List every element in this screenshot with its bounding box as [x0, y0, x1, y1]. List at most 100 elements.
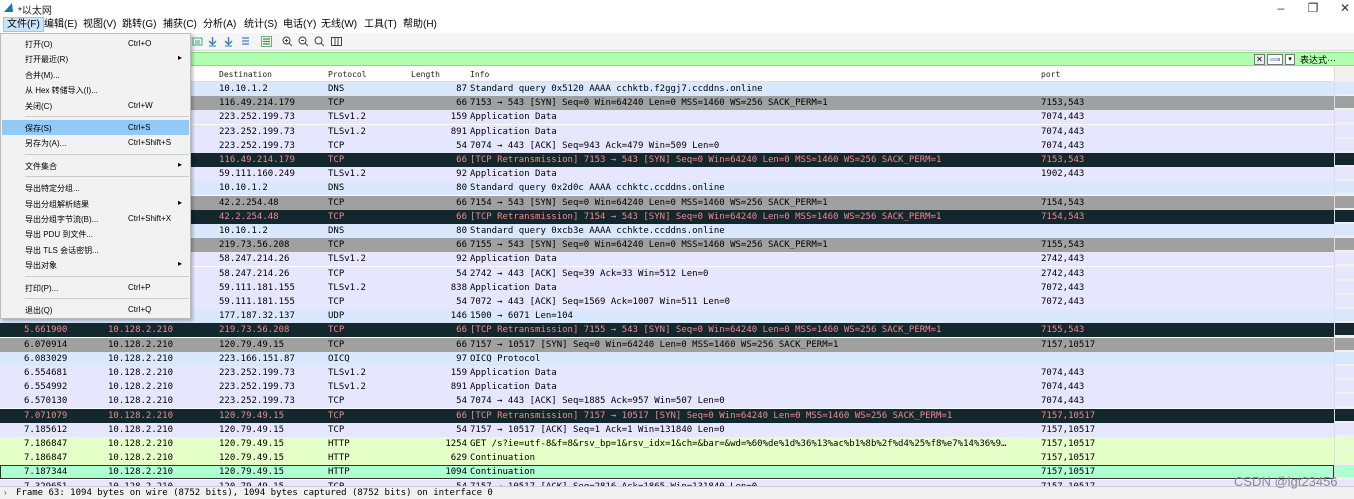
packet-row[interactable]: 59.111.181.155 TCP 54 7072 → 443 [ACK] Seq=… — [0, 295, 1334, 309]
minimap-mark — [1335, 209, 1354, 222]
col-port[interactable]: port — [1041, 70, 1060, 79]
packet-port: 7074,443 — [1041, 126, 1085, 137]
packet-row[interactable]: 7.186847 10.128.2.210 120.79.49.15 HTTP 629 C… — [0, 451, 1334, 466]
packet-row[interactable]: 223.252.199.73 TCP 54 7074 → 443 [ACK] Seq=… — [0, 138, 1334, 153]
packet-row[interactable]: 58.247.214.26 TLSv1.2 92 Application Data 27… — [0, 252, 1334, 267]
packet-destination: 223.252.199.73 — [219, 382, 295, 393]
reload-file-icon[interactable] — [192, 36, 203, 47]
file-menu-item[interactable]: 关闭(C) Ctrl+W — [2, 98, 189, 113]
packet-row[interactable]: 6.083029 10.128.2.210 223.166.151.87 OICQ 97… — [0, 351, 1334, 366]
file-menu-item[interactable]: 导出特定分组... — [2, 180, 189, 195]
minimap-mark — [1335, 309, 1354, 322]
menu-statistics[interactable]: 统计(S) — [241, 17, 280, 32]
menu-view[interactable]: 视图(V) — [80, 17, 119, 32]
packet-port: 7074,443 — [1041, 112, 1085, 123]
packet-list[interactable]: 10.10.1.2 DNS 87 Standard query 0x5120 AAAA… — [0, 82, 1334, 486]
menu-telephony[interactable]: 电话(Y) — [280, 17, 319, 32]
col-protocol[interactable]: Protocol — [328, 70, 367, 79]
packet-row[interactable]: 42.2.254.48 TCP 66 [TCP Retransmission] 715… — [0, 209, 1334, 224]
go-first-icon[interactable] — [207, 36, 218, 47]
file-menu-item[interactable]: 打印(P)... Ctrl+P — [2, 280, 189, 295]
packet-info: 7072 → 443 [ACK] Seq=1569 Ack=1007 Win=5… — [470, 297, 731, 307]
packet-row[interactable]: 6.554681 10.128.2.210 223.252.199.73 TLSv1.… — [0, 366, 1334, 380]
menu-help[interactable]: 帮助(H) — [400, 17, 440, 32]
packet-row[interactable]: 116.49.214.179 TCP 66 [TCP Retransmission] … — [0, 153, 1334, 167]
close-window-button[interactable]: ✕ — [1330, 0, 1354, 16]
packet-port: 7157,10517 — [1041, 424, 1096, 435]
menu-item-label: 导出分组解析结果 — [25, 199, 89, 209]
packet-row[interactable]: 219.73.56.208 TCP 66 7155 → 543 [SYN] Seq=0… — [0, 238, 1334, 253]
packet-row[interactable]: 58.247.214.26 TCP 54 2742 → 443 [ACK] Seq=3… — [0, 266, 1334, 281]
minimap-mark — [1335, 153, 1354, 165]
file-menu-item[interactable]: 退出(Q) Ctrl+Q — [2, 302, 189, 317]
packet-row[interactable]: 42.2.254.48 TCP 66 7154 → 543 [SYN] Seq=0 W… — [0, 195, 1334, 210]
packet-row[interactable]: 6.554992 10.128.2.210 223.252.199.73 TLSv1.… — [0, 380, 1334, 395]
file-menu-item[interactable]: 从 Hex 转储导入(I)... — [2, 82, 189, 97]
maximize-button[interactable]: ❐ — [1298, 0, 1328, 16]
file-menu-item[interactable]: 导出 TLS 会话密钥... — [2, 242, 189, 257]
col-length[interactable]: Length — [411, 70, 440, 79]
packet-row[interactable]: 6.070914 10.128.2.210 120.79.49.15 TCP 66 715… — [0, 337, 1334, 352]
filter-clear-icon[interactable]: ✕ — [1254, 54, 1265, 65]
menu-tools[interactable]: 工具(T) — [361, 17, 400, 32]
menu-analyze[interactable]: 分析(A) — [200, 17, 239, 32]
col-info[interactable]: Info — [470, 70, 489, 79]
menu-item-shortcut: Ctrl+Shift+S — [128, 138, 172, 148]
minimap-mark — [1335, 280, 1354, 293]
menu-file[interactable]: 文件(F) — [3, 17, 44, 32]
file-menu-item[interactable]: 导出对象 ▸ — [2, 257, 189, 272]
zoom-out-icon[interactable] — [298, 36, 309, 47]
packet-row[interactable]: 10.10.1.2 DNS 87 Standard query 0x5120 AAAA… — [0, 82, 1334, 96]
file-menu-item[interactable]: 导出分组字节流(B)... Ctrl+Shift+X — [2, 211, 189, 226]
packet-row[interactable]: 223.252.199.73 TLSv1.2 159 Application Data… — [0, 110, 1334, 125]
colorize-icon[interactable] — [261, 36, 272, 47]
packet-row[interactable]: 59.111.181.155 TLSv1.2 838 Application Data… — [0, 280, 1334, 295]
zoom-in-icon[interactable] — [282, 36, 293, 47]
packet-info: Application Data — [470, 126, 557, 137]
file-menu-item[interactable]: 打开(O) Ctrl+O — [2, 36, 189, 51]
zoom-reset-icon[interactable] — [314, 36, 325, 47]
packet-row[interactable]: 59.111.160.249 TLSv1.2 92 Application Data 1… — [0, 167, 1334, 182]
packet-destination: 223.252.199.73 — [219, 126, 295, 137]
packet-protocol: TCP — [328, 140, 345, 151]
file-menu-item[interactable]: 导出 PDU 到文件... — [2, 226, 189, 241]
packet-row[interactable]: 7.071079 10.128.2.210 120.79.49.15 TCP 66 [TC… — [0, 408, 1334, 423]
menu-item-label: 打开(O) — [25, 40, 53, 49]
file-menu-item[interactable]: 合并(M)... — [2, 67, 189, 82]
col-destination[interactable]: Destination — [219, 70, 272, 79]
auto-scroll-icon[interactable] — [240, 36, 251, 47]
packet-row[interactable]: 7.187344 10.128.2.210 120.79.49.15 HTTP 1094… — [0, 465, 1334, 480]
packet-row[interactable]: 7.186847 10.128.2.210 120.79.49.15 HTTP 1254… — [0, 437, 1334, 451]
packet-row[interactable]: 7.185612 10.128.2.210 120.79.49.15 TCP 54 715… — [0, 422, 1334, 437]
packet-length: 159 — [450, 112, 467, 123]
menu-wireless[interactable]: 无线(W) — [318, 17, 360, 32]
menu-capture[interactable]: 捕获(C) — [160, 17, 200, 32]
menu-go[interactable]: 跳转(G) — [119, 17, 159, 32]
minimap-mark — [1335, 252, 1354, 265]
packet-row[interactable]: 177.187.32.137 UDP 146 1500 → 6071 Len=104 — [0, 309, 1334, 324]
display-filter-bar[interactable]: ✕ ⟹ ▾ 表达式··· — [0, 52, 1354, 66]
packet-row[interactable]: 10.10.1.2 DNS 80 Standard query 0xcb3e AAAA… — [0, 224, 1334, 238]
menu-edit[interactable]: 编辑(E) — [41, 17, 80, 32]
go-last-icon[interactable] — [223, 36, 234, 47]
packet-list-minimap-scrollbar[interactable] — [1334, 67, 1354, 492]
resize-columns-icon[interactable] — [331, 36, 342, 47]
minimize-button[interactable]: – — [1266, 0, 1296, 16]
file-menu-item[interactable]: 打开最近(R) ▸ — [2, 51, 189, 66]
file-menu-item[interactable]: 文件集合 ▸ — [2, 158, 189, 173]
filter-apply-icon[interactable]: ⟹ — [1267, 54, 1283, 65]
expression-button[interactable]: 表达式··· — [1300, 54, 1336, 66]
packet-row[interactable]: 10.10.1.2 DNS 80 Standard query 0x2d0c AAAA… — [0, 181, 1334, 196]
packet-info: [TCP Retransmission] 7157 → 10517 [SYN] … — [470, 410, 953, 421]
packet-row[interactable]: 6.570130 10.128.2.210 223.252.199.73 TCP 54 7… — [0, 394, 1334, 409]
packet-row[interactable]: 116.49.214.179 TCP 66 7153 → 543 [SYN] Seq=… — [0, 96, 1334, 111]
filter-history-dropdown[interactable]: ▾ — [1285, 54, 1295, 65]
status-expand-icon[interactable]: › — [4, 488, 7, 497]
packet-protocol: TCP — [328, 325, 345, 336]
packet-row[interactable]: 223.252.199.73 TLSv1.2 891 Application Data… — [0, 124, 1334, 139]
file-menu-item[interactable]: 另存为(A)... Ctrl+Shift+S — [2, 135, 189, 150]
file-menu-item[interactable]: 导出分组解析结果 ▸ — [2, 196, 189, 211]
file-menu-item[interactable]: 保存(S) Ctrl+S — [2, 120, 189, 135]
packet-protocol: TCP — [328, 297, 345, 307]
packet-row[interactable]: 5.661900 10.128.2.210 219.73.56.208 TCP 66 [T… — [0, 323, 1334, 338]
